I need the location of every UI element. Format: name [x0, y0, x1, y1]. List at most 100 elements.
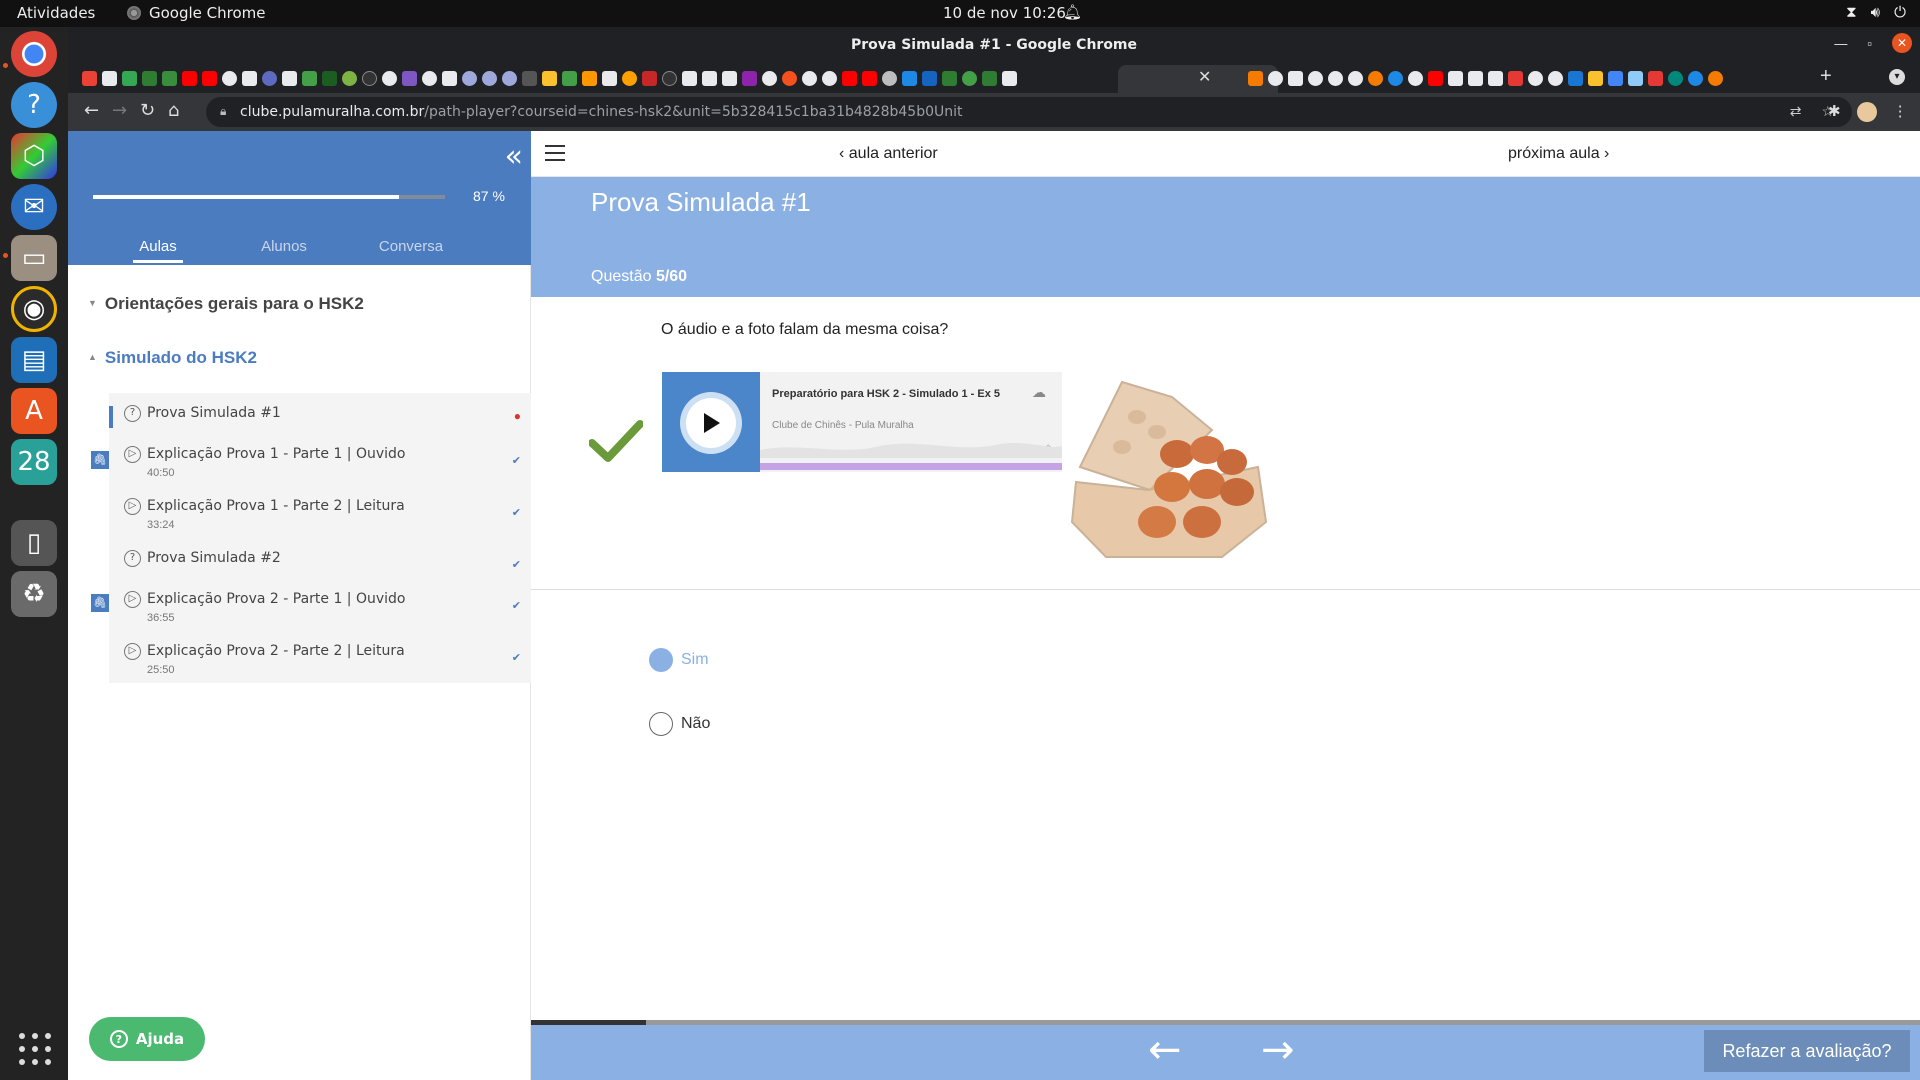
- tab-favicon-icon[interactable]: [142, 71, 157, 86]
- tab-favicon-icon[interactable]: [1448, 71, 1463, 86]
- help-button[interactable]: ? Ajuda: [89, 1017, 205, 1061]
- maximize-button[interactable]: ▫: [1867, 36, 1872, 51]
- tab-favicon-icon[interactable]: [1308, 71, 1323, 86]
- lesson-item[interactable]: ▷ Explicação Prova 1 - Parte 1 | Ouvido …: [109, 434, 531, 486]
- lesson-item[interactable]: ▷ Explicação Prova 2 - Parte 2 | Leitura…: [109, 631, 531, 683]
- tab-favicon-icon[interactable]: [1248, 71, 1263, 86]
- tab-favicon-icon[interactable]: [302, 71, 317, 86]
- tab-favicon-icon[interactable]: [202, 71, 217, 86]
- tab-aulas[interactable]: Aulas: [103, 238, 213, 263]
- tab-alunos[interactable]: Alunos: [229, 238, 339, 255]
- tab-favicon-icon[interactable]: [882, 71, 897, 86]
- tab-favicon-icon[interactable]: [1548, 71, 1563, 86]
- thunderbird-dock-icon[interactable]: ✉: [11, 184, 57, 230]
- tab-close-icon[interactable]: ✕: [1198, 67, 1211, 87]
- tab-favicon-icon[interactable]: [322, 71, 337, 86]
- tab-favicon-icon[interactable]: [942, 71, 957, 86]
- chrome-menu-icon[interactable]: ⋮: [1893, 102, 1908, 122]
- tab-favicon-icon[interactable]: [162, 71, 177, 86]
- tab-favicon-icon[interactable]: [122, 71, 137, 86]
- address-url[interactable]: clube.pulamuralha.com.br/path-player?cou…: [240, 104, 963, 120]
- previous-lesson-link[interactable]: ‹ aula anterior: [839, 145, 938, 163]
- translate-icon[interactable]: ⇄: [1790, 103, 1802, 120]
- system-tray[interactable]: ⧗ 🔊︎ ⏻: [1846, 3, 1906, 21]
- tab-favicon-icon[interactable]: [1528, 71, 1543, 86]
- collapse-sidebar-icon[interactable]: «: [505, 139, 523, 174]
- track-title[interactable]: Preparatório para HSK 2 - Simulado 1 - E…: [772, 388, 1000, 400]
- tab-favicon-icon[interactable]: [862, 71, 877, 86]
- tab-favicon-icon[interactable]: [402, 71, 417, 86]
- previous-question-arrow-icon[interactable]: ←: [1148, 1030, 1182, 1070]
- tab-favicon-icon[interactable]: [1388, 71, 1403, 86]
- tab-favicon-icon[interactable]: [342, 71, 357, 86]
- tab-favicon-icon[interactable]: [1568, 71, 1583, 86]
- tab-favicon-icon[interactable]: [1688, 71, 1703, 86]
- minimize-button[interactable]: —: [1834, 36, 1847, 51]
- tab-favicon-icon[interactable]: [722, 71, 737, 86]
- tab-conversa[interactable]: Conversa: [356, 238, 466, 255]
- tab-favicon-icon[interactable]: [522, 71, 537, 86]
- waveform-progress[interactable]: [760, 463, 1062, 470]
- tab-favicon-icon[interactable]: [102, 71, 117, 86]
- app-menu[interactable]: Google Chrome: [127, 4, 266, 22]
- tab-favicon-icon[interactable]: [1348, 71, 1363, 86]
- tab-favicon-icon[interactable]: [642, 71, 657, 86]
- tab-favicon-icon[interactable]: [822, 71, 837, 86]
- soundcloud-icon[interactable]: ☁: [1032, 384, 1046, 401]
- files-dock-icon[interactable]: ▭: [11, 235, 57, 281]
- tab-favicon-icon[interactable]: [802, 71, 817, 86]
- calendar-dock-icon[interactable]: 28: [11, 439, 57, 485]
- tab-favicon-icon[interactable]: [242, 71, 257, 86]
- tab-favicon-icon[interactable]: [702, 71, 717, 86]
- tab-favicon-icon[interactable]: [222, 71, 237, 86]
- tab-favicon-icon[interactable]: [1588, 71, 1603, 86]
- chrome-dock-icon[interactable]: [11, 31, 57, 77]
- menu-icon[interactable]: [545, 145, 565, 161]
- address-bar[interactable]: 🔒︎ clube.pulamuralha.com.br/path-player?…: [206, 97, 1852, 127]
- retry-assessment-button[interactable]: Refazer a avaliação?: [1704, 1030, 1910, 1072]
- new-tab-button[interactable]: +: [1820, 65, 1832, 88]
- lesson-item[interactable]: ▷ Explicação Prova 2 - Parte 1 | Ouvido …: [109, 579, 531, 631]
- software-dock-icon[interactable]: A: [11, 388, 57, 434]
- tab-search-icon[interactable]: ▾: [1889, 69, 1905, 85]
- tab-favicon-icon[interactable]: [922, 71, 937, 86]
- next-question-arrow-icon[interactable]: →: [1261, 1030, 1295, 1070]
- help-dock-icon[interactable]: ?: [11, 82, 57, 128]
- tab-favicon-icon[interactable]: [422, 71, 437, 86]
- tab-favicon-icon[interactable]: [82, 71, 97, 86]
- tab-favicon-icon[interactable]: [1328, 71, 1343, 86]
- tab-favicon-icon[interactable]: [382, 71, 397, 86]
- tab-favicon-icon[interactable]: [1628, 71, 1643, 86]
- answer-option-nao[interactable]: Não: [649, 712, 710, 736]
- attachment-icon[interactable]: 🖇︎: [91, 594, 109, 612]
- lesson-item[interactable]: ? Prova Simulada #1 ●: [109, 393, 531, 434]
- tab-favicon-icon[interactable]: [1002, 71, 1017, 86]
- play-button[interactable]: [680, 392, 742, 454]
- tab-favicon-icon[interactable]: [1408, 71, 1423, 86]
- lock-icon[interactable]: 🔒︎: [220, 104, 226, 119]
- tab-favicon-icon[interactable]: [962, 71, 977, 86]
- show-apps-icon[interactable]: [19, 1033, 51, 1065]
- tab-favicon-icon[interactable]: [1608, 71, 1623, 86]
- tab-favicon-icon[interactable]: [1268, 71, 1283, 86]
- close-window-button[interactable]: ✕: [1892, 33, 1912, 53]
- profile-avatar[interactable]: [1856, 102, 1877, 122]
- back-icon[interactable]: ←: [84, 100, 99, 121]
- tab-favicon-icon[interactable]: [462, 71, 477, 86]
- tab-favicon-icon[interactable]: [762, 71, 777, 86]
- radio-unselected[interactable]: [649, 712, 673, 736]
- tab-favicon-icon[interactable]: [262, 71, 277, 86]
- tab-favicon-icon[interactable]: [502, 71, 517, 86]
- answer-option-sim[interactable]: Sim: [649, 648, 709, 672]
- tab-favicon-icon[interactable]: [1668, 71, 1683, 86]
- tab-favicon-icon[interactable]: [1288, 71, 1303, 86]
- tab-favicon-icon[interactable]: [1468, 71, 1483, 86]
- tab-favicon-icon[interactable]: [542, 71, 557, 86]
- tab-favicon-icon[interactable]: [982, 71, 997, 86]
- clock[interactable]: 10 de nov 10:26: [943, 4, 1066, 22]
- reload-icon[interactable]: ↻: [140, 100, 155, 121]
- trash-dock-icon[interactable]: ♻: [11, 571, 57, 617]
- tab-favicon-icon[interactable]: [842, 71, 857, 86]
- tab-favicon-icon[interactable]: [902, 71, 917, 86]
- tab-favicon-icon[interactable]: [442, 71, 457, 86]
